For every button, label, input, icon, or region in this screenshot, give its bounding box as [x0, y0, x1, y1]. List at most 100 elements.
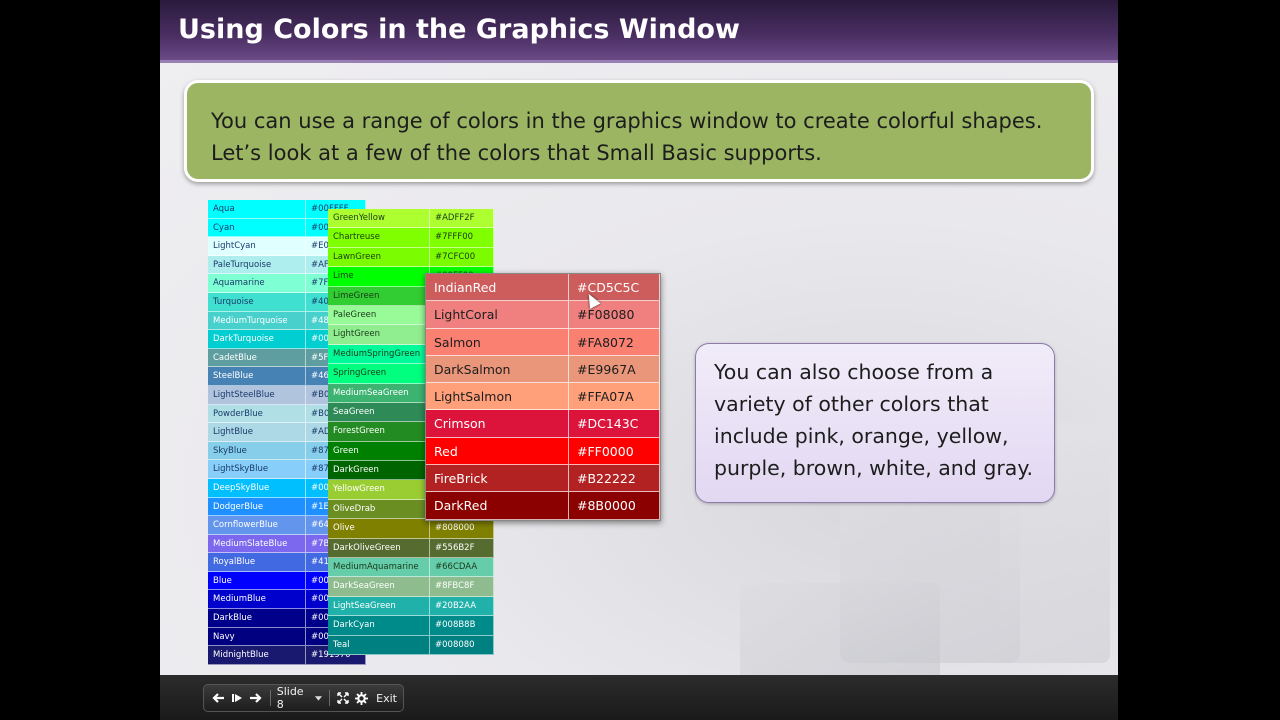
color-row: LightCoral #F08080 [426, 301, 660, 329]
color-row: Red #FF0000 [426, 437, 660, 466]
color-name-cell: Cyan [208, 218, 306, 237]
title-accent-line [160, 60, 1118, 63]
color-name-cell: DarkTurquoise [208, 330, 306, 348]
next-button[interactable] [246, 685, 266, 711]
color-hex-cell: #7FFF00 [430, 228, 494, 247]
color-hex-cell: #DC143C [569, 410, 660, 437]
color-name-cell: PaleTurquoise [208, 255, 306, 274]
color-hex-cell: #FF0000 [569, 437, 660, 465]
color-name-cell: DarkSeaGreen [328, 577, 430, 596]
settings-button[interactable] [352, 685, 370, 711]
red-colors-table: IndianRed #CD5C5C LightCoral #F08080 Salmon #… [425, 273, 661, 521]
color-name-cell: LimeGreen [328, 286, 430, 305]
play-icon [231, 694, 242, 702]
color-hex-cell: #7CFC00 [430, 247, 494, 267]
color-row: Salmon #FA8072 [426, 328, 660, 356]
next-icon [249, 693, 262, 703]
intro-text-line1: You can use a range of colors in the gra… [211, 109, 1043, 133]
color-name-cell: CornflowerBlue [208, 516, 306, 534]
exit-label: Exit [376, 691, 397, 705]
prev-button[interactable] [208, 685, 228, 711]
color-hex-cell: #66CDAA [430, 558, 494, 577]
color-row: DarkSalmon #E9967A [426, 355, 660, 384]
color-name-cell: Navy [208, 627, 306, 646]
color-hex-cell: #556B2F [430, 538, 494, 558]
color-row: DarkSeaGreen #8FBC8F [328, 577, 494, 597]
separator [329, 690, 331, 706]
color-name-cell: DarkBlue [208, 609, 306, 627]
color-hex-cell: #20B2AA [430, 596, 494, 616]
color-name-cell: MediumSeaGreen [328, 383, 430, 402]
color-name-cell: DeepSkyBlue [208, 478, 306, 497]
color-name-cell: LawnGreen [328, 247, 430, 267]
color-name-cell: MediumSpringGreen [328, 344, 430, 364]
color-name-cell: Red [426, 437, 569, 465]
color-hex-cell: #FA8072 [569, 328, 660, 355]
color-hex-cell: #F08080 [569, 301, 660, 328]
color-name-cell: Lime [328, 267, 430, 286]
slide-title: Using Colors in the Graphics Window [178, 14, 740, 45]
color-row: IndianRed #CD5C5C [426, 274, 660, 302]
color-name-cell: Green [328, 441, 430, 461]
color-hex-cell: #808000 [430, 519, 494, 538]
color-name-cell: Chartreuse [328, 228, 430, 247]
color-row: Teal #008080 [328, 635, 494, 655]
color-row: LawnGreen #7CFC00 [328, 247, 494, 268]
color-name-cell: Turquoise [208, 292, 306, 311]
intro-text-line2: Let’s look at a few of the colors that S… [211, 141, 822, 165]
color-hex-cell: #8FBC8F [430, 577, 494, 596]
color-name-cell: GreenYellow [328, 209, 430, 228]
color-name-cell: LightCoral [426, 301, 569, 328]
color-hex-cell: #B22222 [569, 465, 660, 492]
color-name-cell: Olive [328, 519, 430, 538]
color-name-cell: LightSkyBlue [208, 460, 306, 478]
callout-box: You can also choose from a variety of ot… [695, 343, 1055, 503]
separator [269, 690, 271, 706]
fullscreen-button[interactable] [334, 685, 352, 711]
color-row: DarkOliveGreen #556B2F [328, 538, 494, 559]
color-row: Crimson #DC143C [426, 410, 660, 438]
color-name-cell: MediumTurquoise [208, 311, 306, 330]
color-name-cell: SteelBlue [208, 367, 306, 385]
color-name-cell: LightSalmon [426, 383, 569, 410]
color-row: DarkRed #8B0000 [426, 492, 660, 520]
color-name-cell: PaleGreen [328, 305, 430, 325]
color-hex-cell: #8B0000 [569, 492, 660, 519]
slide-selector[interactable]: Slide 8 [275, 685, 325, 711]
color-name-cell: DodgerBlue [208, 497, 306, 516]
color-name-cell: Aquamarine [208, 274, 306, 292]
color-name-cell: Salmon [426, 328, 569, 355]
intro-box: You can use a range of colors in the gra… [184, 80, 1094, 182]
color-name-cell: Teal [328, 635, 430, 654]
color-name-cell: MediumBlue [208, 590, 306, 609]
slide-label: Slide 8 [276, 685, 304, 711]
settings-icon [354, 691, 368, 705]
prev-icon [212, 693, 224, 703]
color-name-cell: DarkCyan [328, 616, 430, 635]
callout-text: You can also choose from a variety of ot… [714, 360, 1034, 480]
play-button[interactable] [228, 685, 246, 711]
color-name-cell: Aqua [208, 200, 306, 218]
exit-button[interactable]: Exit [370, 685, 403, 711]
color-name-cell: Blue [208, 571, 306, 590]
color-row: FireBrick #B22222 [426, 465, 660, 493]
color-name-cell: ForestGreen [328, 422, 430, 441]
color-row: DarkCyan #008B8B [328, 616, 494, 636]
color-name-cell: SkyBlue [208, 441, 306, 460]
color-row: LightSeaGreen #20B2AA [328, 596, 494, 617]
slide: Using Colors in the Graphics Window You … [160, 0, 1118, 720]
color-name-cell: MediumSlateBlue [208, 534, 306, 553]
color-hex-cell: #ADFF2F [430, 209, 494, 228]
color-name-cell: FireBrick [426, 465, 569, 492]
color-name-cell: LightGreen [328, 325, 430, 344]
color-row: Olive #808000 [328, 519, 494, 539]
color-name-cell: OliveDrab [328, 499, 430, 519]
dropdown-icon [315, 696, 323, 701]
color-name-cell: RoyalBlue [208, 553, 306, 571]
color-name-cell: MediumAquamarine [328, 558, 430, 577]
player-controls: Slide 8 Exit [203, 684, 404, 712]
color-hex-cell: #E9967A [569, 355, 660, 383]
color-name-cell: DarkGreen [328, 461, 430, 480]
color-name-cell: PowderBlue [208, 404, 306, 423]
color-row: GreenYellow #ADFF2F [328, 209, 494, 229]
